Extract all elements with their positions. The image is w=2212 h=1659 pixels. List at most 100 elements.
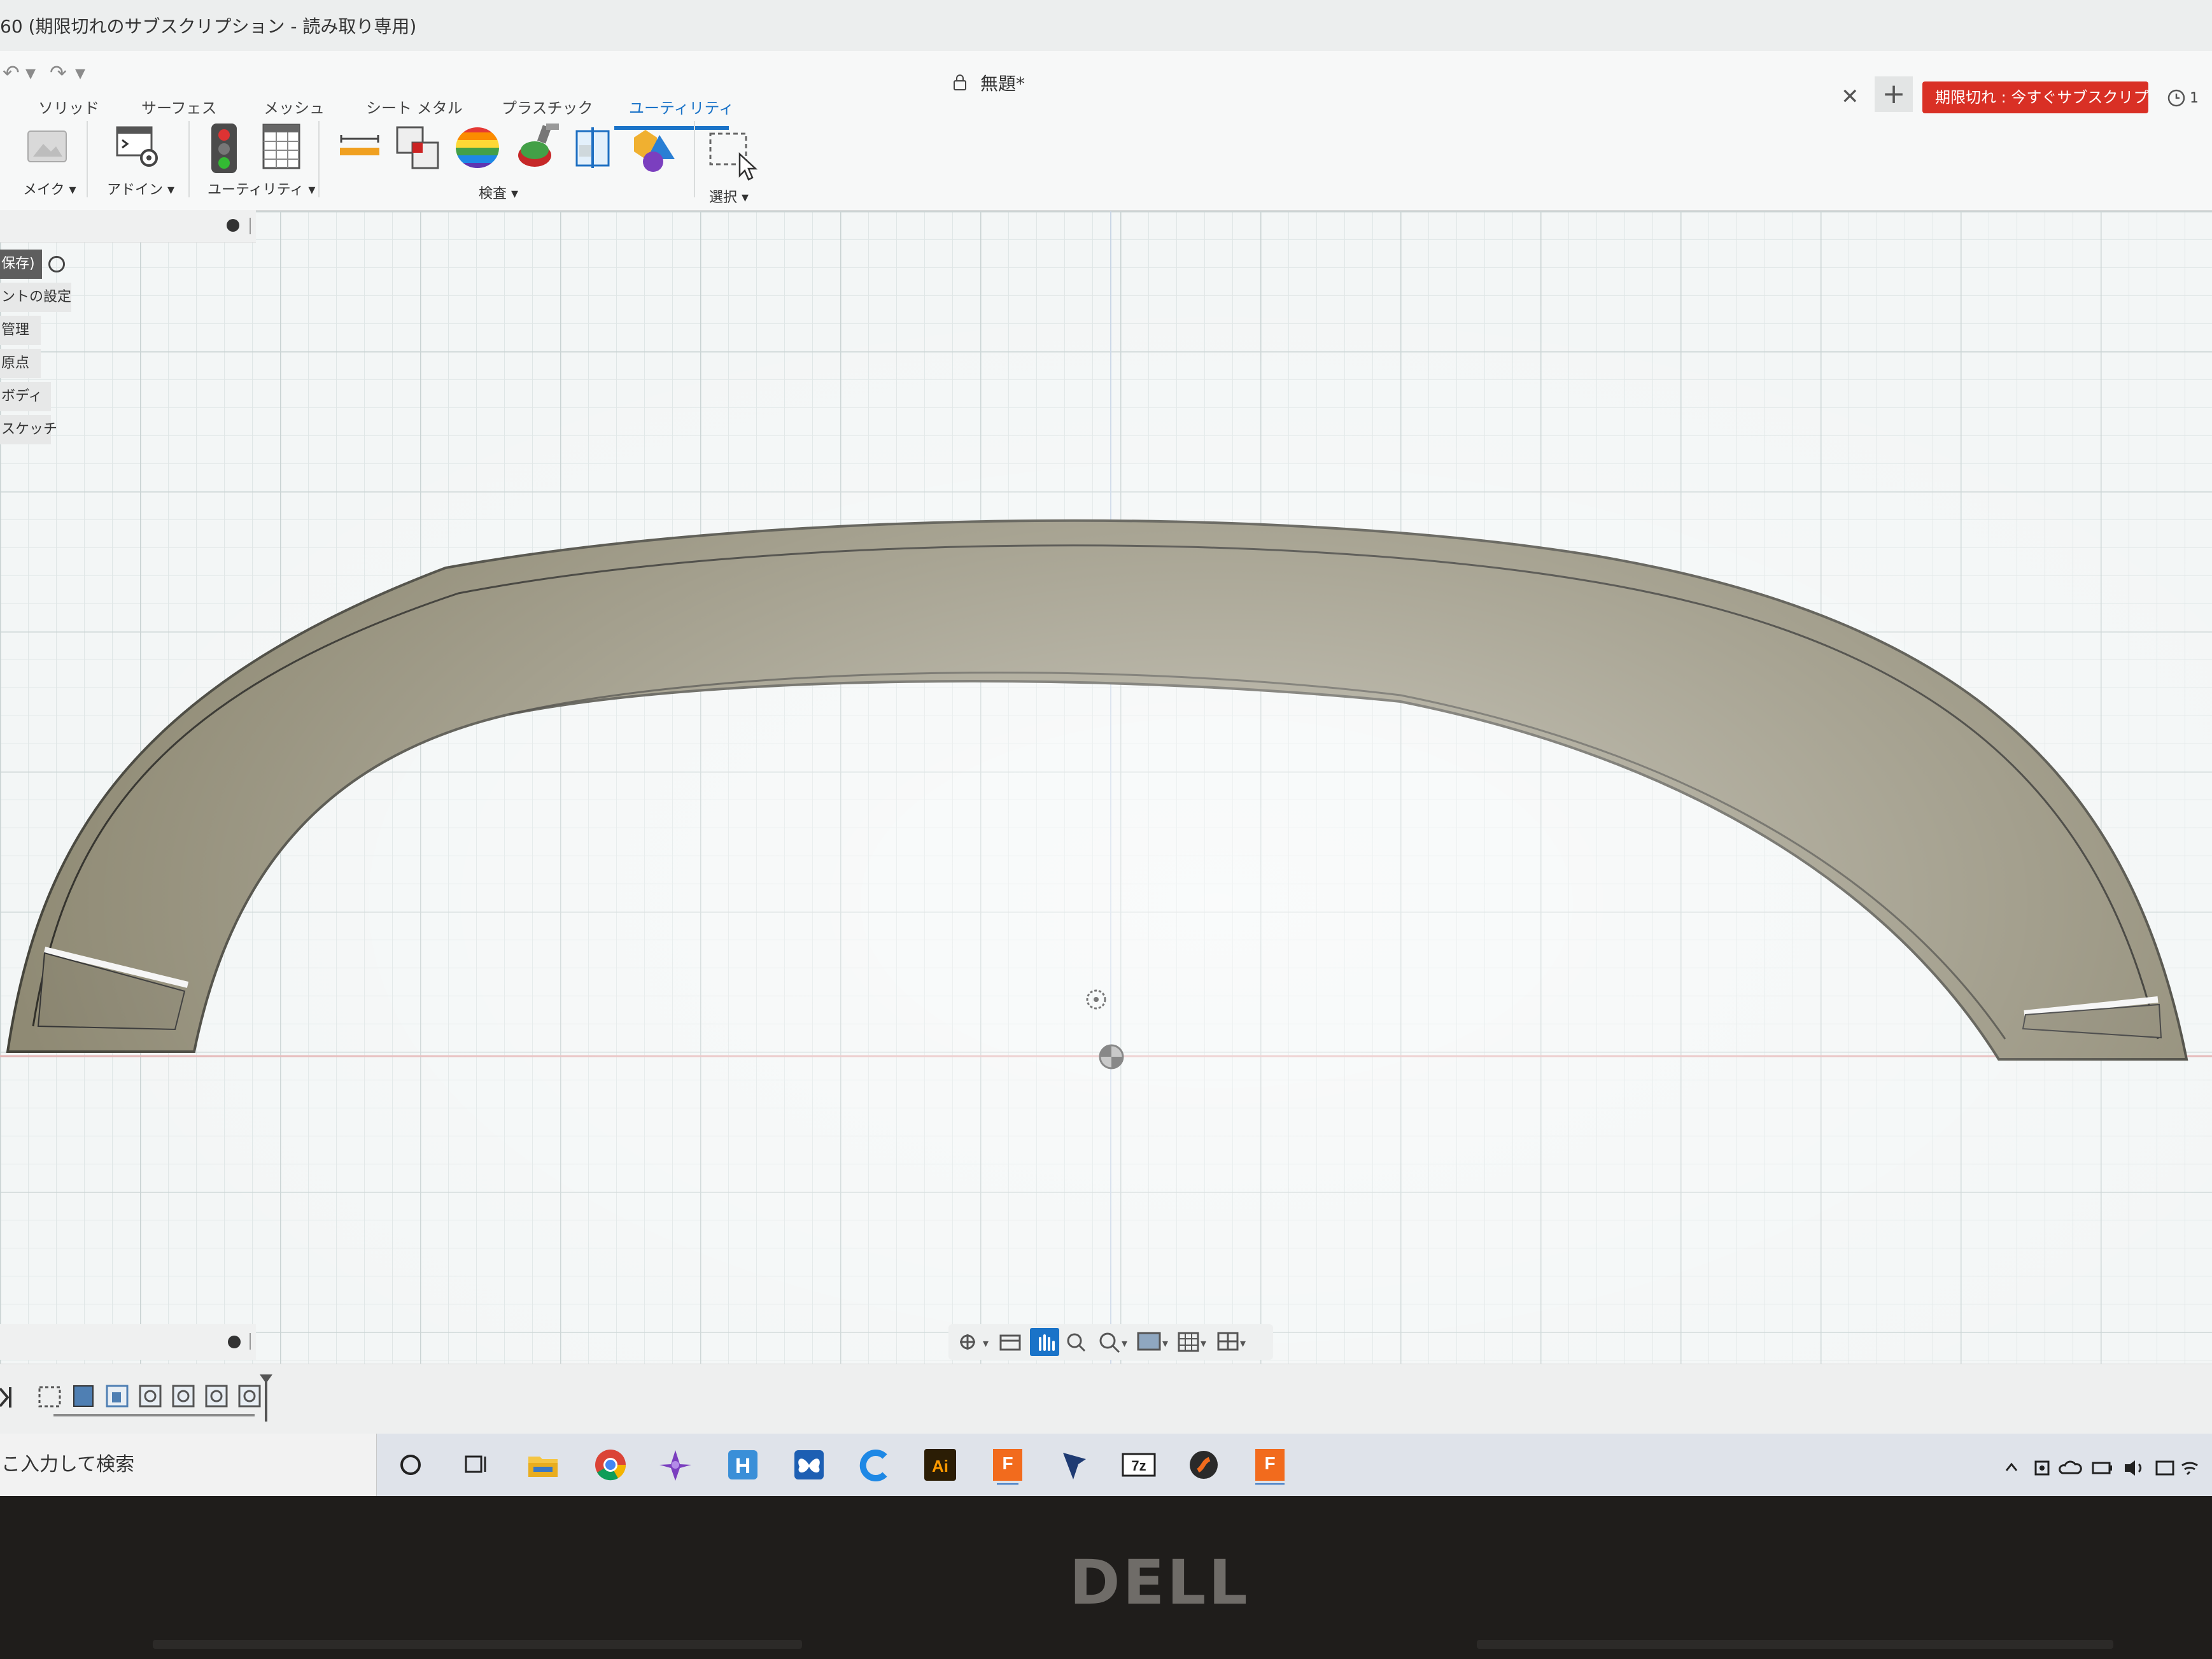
inspect-group-label[interactable]: 検査 ▾ — [479, 182, 518, 202]
timeline-feature-2-icon[interactable] — [106, 1385, 129, 1408]
navigation-bar: ▾ ▾ ▾ ▾ ▾ — [948, 1324, 1273, 1360]
component-color-cycling-icon[interactable] — [630, 121, 682, 173]
grid-dropdown-icon[interactable]: ▾ — [1201, 1337, 1206, 1350]
browser-item-root[interactable]: 保存) — [0, 250, 42, 279]
play-forward-icon[interactable] — [0, 1387, 11, 1408]
scripts-addins-icon[interactable] — [113, 122, 162, 171]
utility-group-label[interactable]: ユーティリティ ▾ — [208, 178, 315, 199]
screen-glare — [0, 211, 2212, 1364]
svg-text:H: H — [735, 1454, 751, 1478]
bezel-edge — [153, 1640, 802, 1649]
timeline-feature-6-icon[interactable] — [238, 1385, 261, 1408]
tray-overflow-icon[interactable] — [2005, 1462, 2018, 1471]
pan-icon[interactable] — [1030, 1328, 1059, 1356]
display-dropdown-icon[interactable]: ▾ — [1162, 1337, 1168, 1350]
fusion-360-icon[interactable]: F — [988, 1445, 1027, 1485]
viewports-dropdown-icon[interactable]: ▾ — [1240, 1337, 1246, 1350]
browser-item-settings[interactable]: ントの設定 — [0, 283, 71, 312]
timeline-feature-4-icon[interactable] — [172, 1385, 195, 1408]
tab-plastic[interactable]: プラスチック — [502, 95, 593, 118]
panel-collapse-icon[interactable] — [227, 219, 239, 232]
svg-text:F: F — [1264, 1453, 1275, 1473]
section-analysis-icon[interactable] — [574, 126, 615, 169]
addins-group-label[interactable]: アドイン ▾ — [107, 178, 174, 199]
orbit-icon[interactable] — [960, 1334, 975, 1350]
timeline-feature-5-icon[interactable] — [205, 1385, 228, 1408]
h-app-icon[interactable]: H — [723, 1445, 763, 1485]
tab-sheet-metal[interactable]: シート メタル — [366, 95, 463, 118]
windows-taskbar: こ入力して検索 H Ai F 7z F — [0, 1434, 2212, 1496]
timeline-feature-sketch-icon[interactable] — [38, 1386, 61, 1408]
browser-item-sketches[interactable]: スケッチ — [0, 415, 57, 444]
zebra-analysis-icon[interactable] — [454, 125, 500, 171]
timeline-feature-3-icon[interactable] — [139, 1385, 162, 1408]
parameters-table-icon[interactable] — [261, 122, 302, 171]
ribbon-separator — [694, 121, 695, 197]
browser-item-origin[interactable]: 原点 — [0, 349, 41, 378]
close-tab-icon[interactable]: ✕ — [1841, 84, 1859, 109]
undo-dropdown-icon[interactable]: ▾ — [25, 60, 36, 85]
battery-icon[interactable] — [2092, 1462, 2112, 1474]
select-group-label[interactable]: 選択 ▾ — [709, 186, 749, 206]
measure-icon[interactable] — [339, 134, 381, 159]
window-title: 60 (期限切れのサブスクリプション - 読み取り専用) — [0, 16, 417, 37]
butterfly-app-icon[interactable] — [789, 1445, 829, 1485]
illustrator-icon[interactable]: Ai — [920, 1445, 960, 1485]
v-app-icon[interactable] — [1054, 1445, 1094, 1485]
interference-icon[interactable] — [395, 125, 442, 172]
keyboard-icon[interactable] — [2155, 1460, 2174, 1476]
subscription-expired-button[interactable]: 期限切れ : 今すぐサブスクリプショ... — [1922, 81, 2148, 113]
traffic-light-icon[interactable] — [208, 122, 241, 174]
browser-item-bodies[interactable]: ボディ — [0, 382, 51, 411]
c-app-icon[interactable] — [856, 1445, 895, 1485]
svg-text:F: F — [1002, 1453, 1013, 1473]
activate-radio-icon[interactable] — [48, 256, 65, 272]
webcam-icon[interactable] — [2034, 1460, 2050, 1476]
3d-print-icon[interactable] — [24, 122, 70, 168]
draft-analysis-icon[interactable] — [514, 122, 560, 171]
tab-mesh[interactable]: メッシュ — [264, 95, 325, 118]
notification-count: 1 — [2190, 90, 2199, 106]
zoom-dropdown-icon[interactable]: ▾ — [1122, 1337, 1127, 1350]
window-select-icon[interactable] — [708, 131, 760, 182]
taskbar-search-input[interactable]: こ入力して検索 — [0, 1434, 377, 1496]
redo-icon[interactable]: ↷ — [50, 60, 67, 85]
tab-utility[interactable]: ユーティリティ — [629, 95, 734, 118]
undo-icon[interactable]: ↶ — [3, 60, 20, 85]
tab-surface[interactable]: サーフェス — [141, 95, 217, 118]
viewports-icon[interactable] — [1217, 1332, 1239, 1351]
make-group-label[interactable]: メイク ▾ — [23, 178, 76, 199]
zoom-icon[interactable] — [1067, 1333, 1086, 1352]
grid-settings-icon[interactable] — [1178, 1332, 1199, 1352]
design-canvas[interactable] — [0, 211, 2212, 1364]
screen: 60 (期限切れのサブスクリプション - 読み取り専用) ↶ ▾ ↷ ▾ 無題*… — [0, 0, 2212, 1496]
7zip-icon[interactable]: 7z — [1119, 1445, 1159, 1485]
look-at-icon[interactable] — [999, 1334, 1021, 1351]
timeline-feature-extrude-icon[interactable] — [73, 1385, 94, 1407]
document-title: 無題* — [980, 73, 1025, 94]
cloud-icon[interactable] — [2059, 1460, 2082, 1474]
window-titlebar: 60 (期限切れのサブスクリプション - 読み取り専用) — [0, 0, 2212, 52]
display-settings-icon[interactable] — [1137, 1332, 1161, 1351]
comments-panel-header — [0, 1324, 256, 1360]
file-explorer-icon[interactable] — [523, 1445, 563, 1485]
timeline-marker[interactable] — [260, 1374, 272, 1422]
affinity-app-icon[interactable] — [656, 1445, 695, 1485]
browser-item-management[interactable]: 管理 — [0, 316, 41, 345]
s-app-icon[interactable] — [1184, 1445, 1223, 1485]
redo-dropdown-icon[interactable]: ▾ — [75, 60, 85, 85]
svg-text:7z: 7z — [1131, 1458, 1146, 1474]
wifi-icon[interactable] — [2181, 1462, 2198, 1476]
tab-solid[interactable]: ソリッド — [38, 95, 99, 118]
comments-add-icon[interactable] — [228, 1336, 241, 1348]
new-tab-button[interactable]: + — [1875, 76, 1913, 112]
origin-icon[interactable] — [1099, 1044, 1124, 1070]
chrome-icon[interactable] — [591, 1445, 630, 1485]
task-view-icon[interactable] — [456, 1445, 495, 1485]
volume-icon[interactable] — [2125, 1460, 2142, 1476]
cortana-icon[interactable] — [391, 1445, 430, 1485]
fit-icon[interactable] — [1099, 1332, 1120, 1353]
clock-icon[interactable] — [2167, 89, 2185, 107]
fusion-360-active-icon[interactable]: F — [1250, 1445, 1290, 1485]
orbit-dropdown-icon[interactable]: ▾ — [983, 1337, 989, 1350]
